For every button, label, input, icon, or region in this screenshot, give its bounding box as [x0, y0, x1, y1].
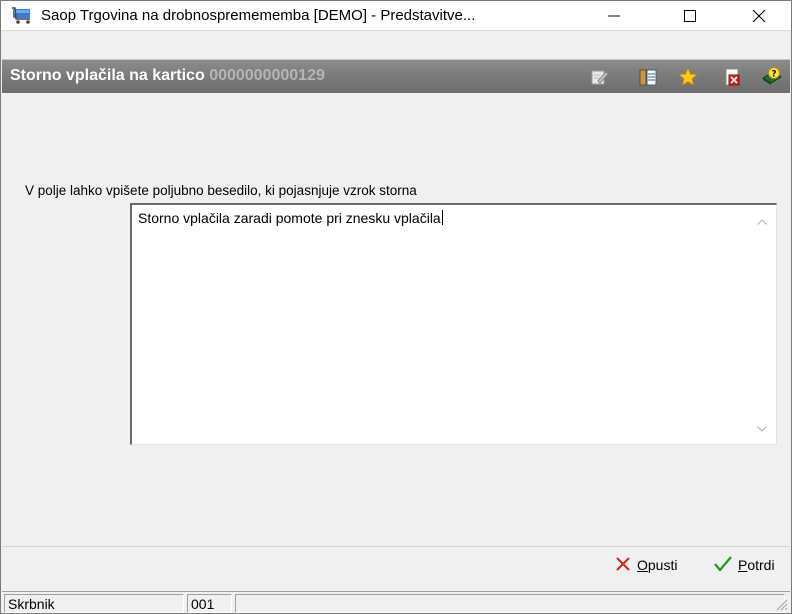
confirm-label: Potrdi [738, 557, 775, 573]
window-title: Saop Trgovina na drobnospremememba [DEMO… [41, 7, 476, 24]
reason-text: Storno vplačila zaradi pomote pri znesku… [138, 210, 443, 226]
confirm-button[interactable]: Potrdi [713, 554, 775, 576]
form-title: Storno vplačila na kartico 0000000000129 [10, 67, 325, 85]
text-caret [441, 210, 443, 225]
columns-icon[interactable] [637, 66, 659, 88]
reason-textarea[interactable]: Storno vplačila zaradi pomote pri znesku… [130, 203, 777, 445]
cancel-label-accel: O [637, 557, 648, 573]
star-icon[interactable] [677, 66, 699, 88]
reason-value: Storno vplačila zaradi pomote pri znesku… [138, 210, 441, 226]
confirm-label-accel: P [738, 557, 748, 573]
instruction-label: V polje lahko vpišete poljubno besedilo,… [25, 183, 417, 198]
title-bar[interactable]: Saop Trgovina na drobnospremememba [DEMO… [1, 1, 791, 31]
shopping-cart-icon [11, 7, 33, 25]
footer-divider [2, 546, 790, 547]
scroll-down-icon[interactable] [756, 422, 768, 432]
minimize-button[interactable] [591, 1, 637, 31]
x-mark-icon [614, 555, 632, 576]
check-mark-icon [713, 555, 733, 576]
delete-doc-icon[interactable] [721, 66, 743, 88]
app-window: Saop Trgovina na drobnospremememba [DEMO… [0, 0, 792, 614]
close-icon [752, 9, 766, 23]
confirm-label-rest: otrdi [747, 557, 775, 573]
minimize-icon [607, 9, 621, 23]
help-book-icon[interactable]: ? [761, 66, 783, 88]
svg-text:?: ? [771, 70, 776, 80]
status-code: 001 [187, 594, 232, 613]
cancel-label: Opusti [637, 557, 677, 573]
maximize-button[interactable] [667, 1, 713, 31]
status-bar: Skrbnik 001 [2, 591, 790, 613]
card-number: 0000000000129 [209, 67, 325, 84]
form-header: Storno vplačila na kartico 0000000000129 [2, 60, 790, 93]
close-button[interactable] [736, 1, 782, 31]
cancel-label-rest: pusti [647, 557, 678, 573]
maximize-icon [683, 9, 697, 23]
resize-grip-icon[interactable] [774, 597, 788, 611]
status-message [235, 594, 785, 613]
status-user: Skrbnik [4, 594, 184, 613]
form-title-text: Storno vplačila na kartico [10, 67, 205, 84]
scroll-up-icon[interactable] [756, 215, 768, 225]
edit-note-icon[interactable] [588, 66, 610, 88]
cancel-button[interactable]: Opusti [614, 554, 677, 576]
